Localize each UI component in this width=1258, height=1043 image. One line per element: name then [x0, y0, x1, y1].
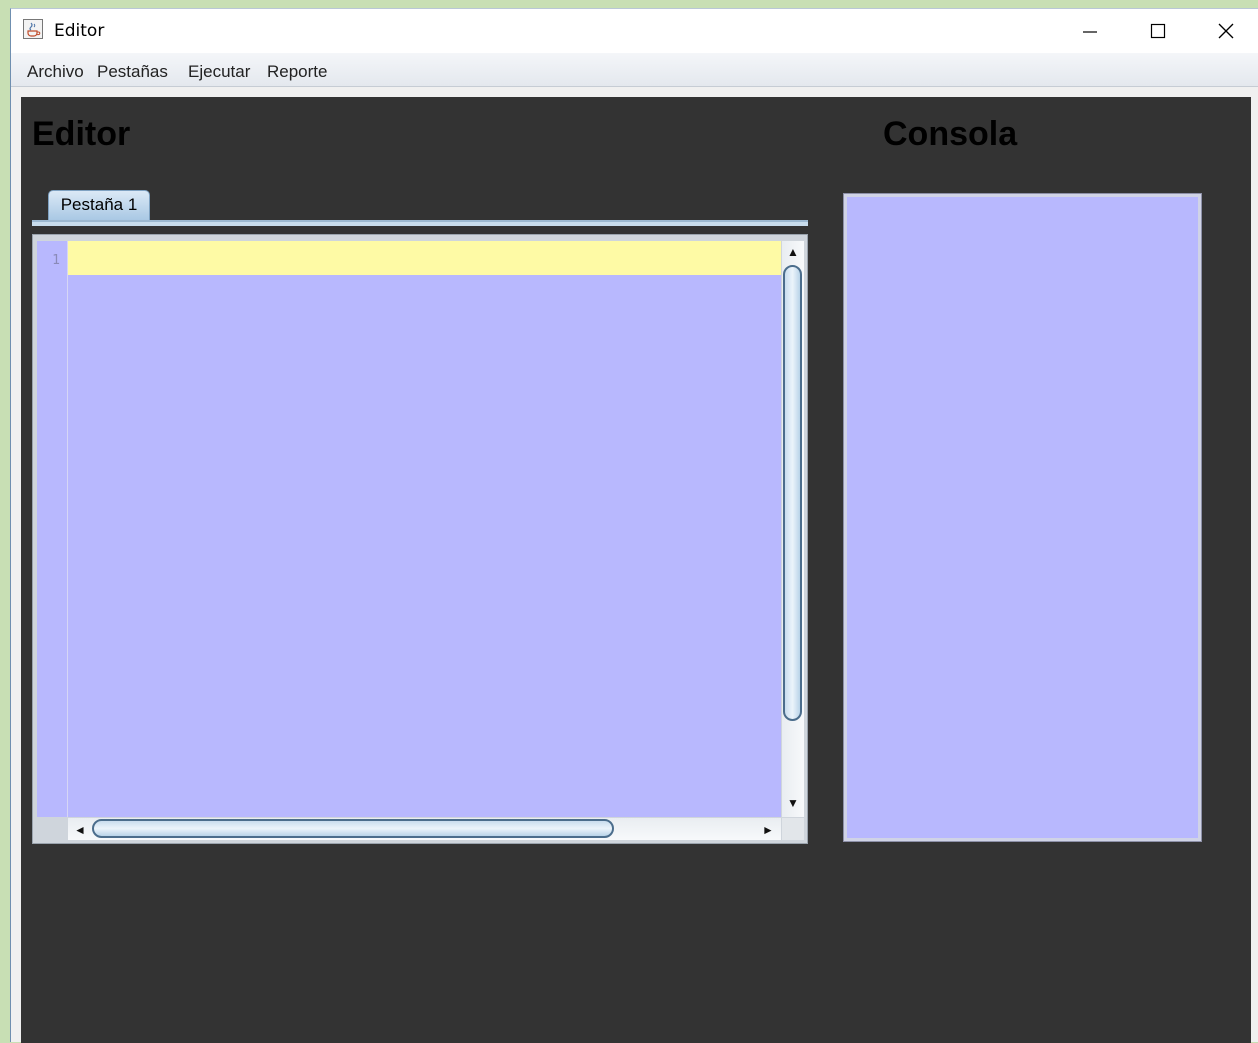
line-number-gutter: 1 [37, 241, 68, 817]
menu-archivo[interactable]: Archivo [27, 62, 84, 82]
vertical-scroll-thumb[interactable] [783, 265, 802, 721]
menu-bar: Archivo Pestañas Ejecutar Reporte [11, 53, 1258, 87]
tab-strip [32, 220, 808, 226]
console-output[interactable] [843, 193, 1202, 842]
scroll-up-icon[interactable]: ▲ [787, 246, 799, 258]
editor-frame: 1 ▲ ▼ ◄ ► [32, 234, 808, 844]
main-panel: Editor Consola Pestaña 1 1 ▲ ▼ ◄ ► [21, 97, 1251, 1043]
window-title: Editor [54, 21, 105, 41]
maximize-icon [1150, 23, 1166, 39]
scroll-right-icon[interactable]: ► [762, 824, 774, 836]
line-number: 1 [52, 253, 60, 268]
menu-reporte[interactable]: Reporte [267, 62, 327, 82]
editor-heading: Editor [32, 115, 131, 153]
horizontal-scrollbar[interactable]: ◄ ► [68, 818, 781, 840]
java-cup-icon [23, 19, 43, 39]
scroll-left-icon[interactable]: ◄ [74, 824, 86, 836]
minimize-button[interactable] [1057, 9, 1123, 53]
scroll-down-icon[interactable]: ▼ [787, 797, 799, 809]
app-window: Editor Archivo Pestañas Ejecutar Reporte… [10, 8, 1258, 1043]
minimize-icon [1083, 31, 1097, 33]
close-icon [1218, 23, 1234, 39]
close-button[interactable] [1193, 9, 1258, 53]
console-heading: Consola [883, 115, 1018, 153]
maximize-button[interactable] [1125, 9, 1191, 53]
tab-pestana-1[interactable]: Pestaña 1 [48, 190, 150, 220]
scrollbar-corner [782, 818, 804, 840]
title-bar[interactable]: Editor [11, 9, 1258, 53]
horizontal-scroll-thumb[interactable] [92, 819, 614, 838]
menu-ejecutar[interactable]: Ejecutar [188, 62, 250, 82]
code-text-area[interactable] [68, 241, 781, 817]
current-line-highlight [68, 241, 781, 275]
vertical-scrollbar[interactable]: ▲ ▼ [782, 241, 804, 817]
menu-pestanas[interactable]: Pestañas [97, 62, 168, 82]
